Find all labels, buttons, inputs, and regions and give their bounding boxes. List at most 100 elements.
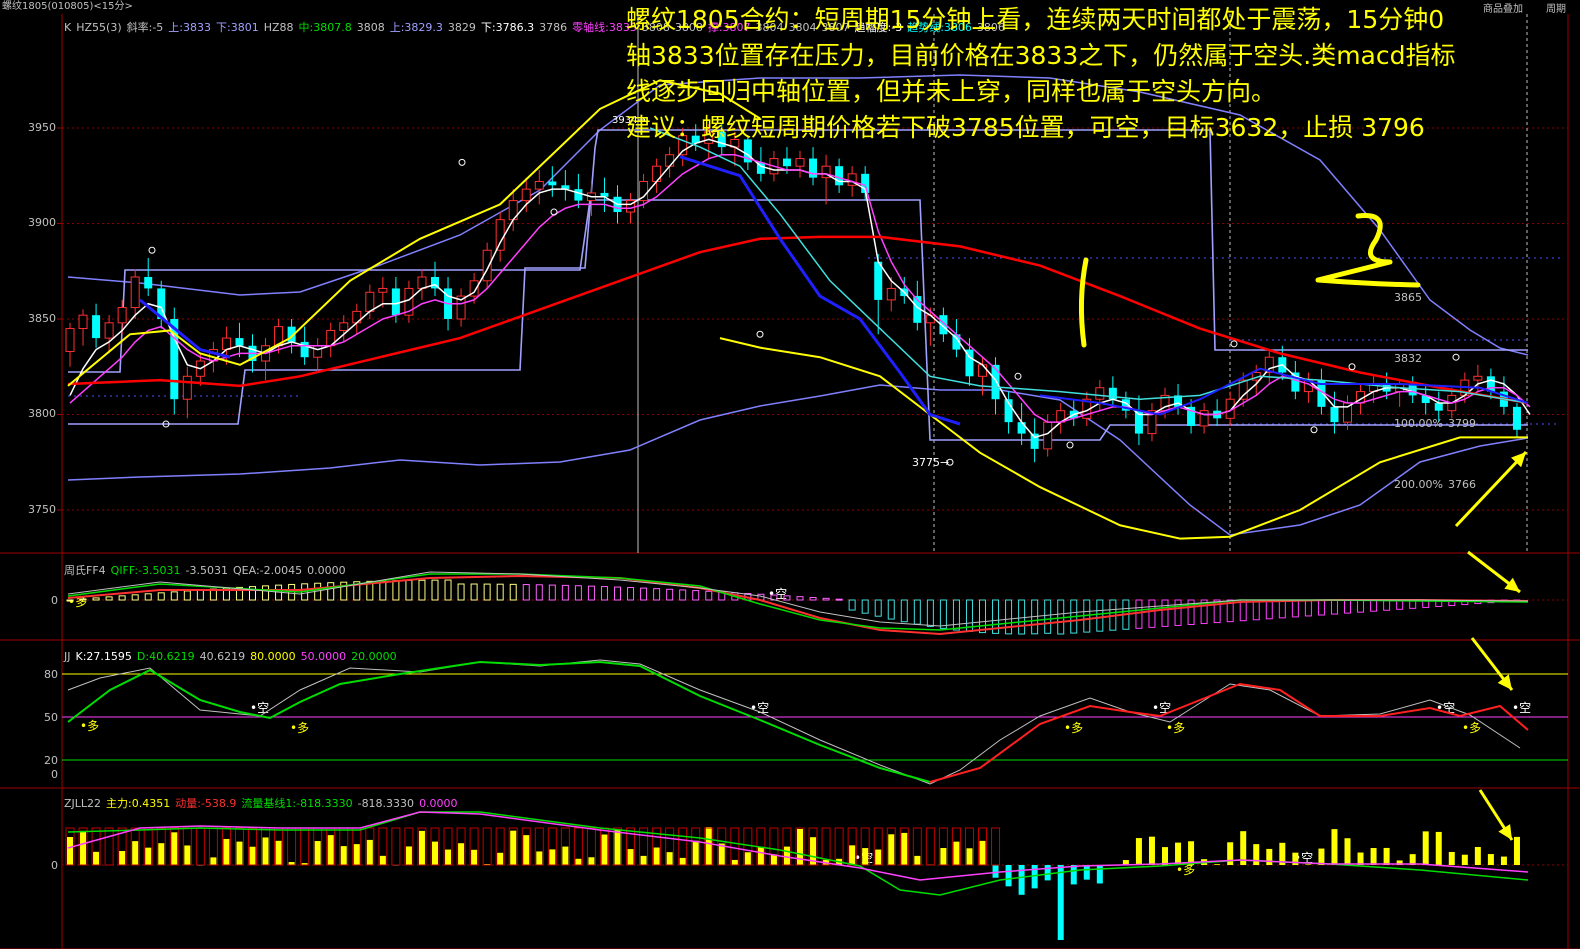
ff4-bar — [614, 586, 621, 601]
candle-body — [221, 337, 231, 351]
lower2-value: 下:3786.3 — [480, 21, 535, 34]
zjll-bar — [731, 859, 738, 865]
ff4-bar — [66, 599, 74, 602]
zjll-bar — [1266, 848, 1273, 865]
jj-y-tick-20: 20 — [44, 754, 58, 767]
mid2-value: 3808 — [356, 21, 385, 34]
zjll-red-box — [925, 827, 935, 866]
zjll-bar — [1005, 865, 1012, 887]
jj-l80: 80.0000 — [250, 650, 296, 663]
zjll-bar — [1096, 865, 1103, 884]
hand-drawn-annotations — [1078, 213, 1528, 841]
zjll-bar — [158, 843, 165, 865]
zjll-bar — [849, 845, 856, 865]
zjll-bar — [67, 837, 73, 865]
ff4-bar — [470, 583, 478, 601]
hz55-label: HZ55(3) — [76, 21, 122, 34]
zjll-bar — [979, 840, 986, 865]
zjll-bar — [992, 865, 999, 878]
zjll-bar — [536, 851, 543, 865]
zjll-bar — [744, 852, 751, 865]
ff4-bar — [131, 594, 139, 601]
candle-body — [991, 364, 1000, 400]
ff4-bar — [548, 584, 556, 601]
candle-body — [1434, 403, 1443, 411]
drawn-arrow-zjll-head — [1498, 824, 1512, 840]
moving-average-lines — [67, 79, 1531, 540]
ff4-bar — [587, 585, 595, 601]
candle-body — [1512, 406, 1521, 430]
zjll-red-box — [482, 827, 492, 866]
zjll-bar — [1057, 865, 1064, 940]
zjll-bar — [575, 858, 582, 865]
ff4-bar — [627, 587, 635, 601]
zjll-bar — [901, 832, 908, 865]
signal-circle — [1230, 340, 1238, 348]
zjll-bar — [966, 848, 973, 865]
chart-window[interactable]: 螺纹1805(010805)<15分> 商品叠加 周期 •多 •空 •多 •空 •多 •空… — [0, 0, 1580, 949]
ff4-bar — [835, 598, 843, 601]
zjll-bar — [1083, 865, 1090, 880]
ff4-bar — [1344, 599, 1351, 614]
ff4-green-line — [67, 573, 1529, 631]
candle-body — [886, 287, 896, 301]
zjll-bar — [1370, 848, 1377, 865]
ff4-bar — [653, 588, 661, 601]
zjll-bar — [914, 855, 921, 865]
ff4-bar — [796, 596, 804, 601]
zjll-v2: 0.0000 — [419, 797, 458, 810]
ff4-panel — [66, 571, 1529, 636]
zjll-bar — [875, 849, 882, 865]
zjll-bar — [1318, 848, 1325, 865]
v3786-value: 3786 — [539, 21, 568, 34]
ff4-qiff: QIFF:-3.5031 — [110, 564, 181, 577]
candle-body — [835, 166, 844, 186]
jj-red-line — [929, 682, 1529, 783]
zjll-bar — [653, 847, 660, 865]
ff4-bar — [1278, 599, 1286, 619]
k-label: K — [64, 21, 72, 34]
zjll-bar — [705, 827, 712, 865]
ff4-bar — [444, 579, 452, 601]
candle-body — [795, 158, 805, 167]
drawn-arrow-ff4-head — [1504, 577, 1520, 592]
candle-body — [144, 276, 153, 289]
fib-100-label: 100.00% 3799 — [1394, 417, 1481, 431]
zjll-bar — [1487, 854, 1494, 865]
zjll-bar — [1448, 851, 1455, 865]
zjll-bar — [132, 841, 139, 865]
zjll-bar — [562, 846, 569, 865]
ff4-bar — [170, 591, 178, 601]
candle-body — [548, 181, 557, 186]
zjll-bar — [353, 844, 360, 865]
candle-body — [339, 322, 349, 331]
signal-circle — [148, 246, 156, 254]
ff4-bar — [561, 584, 569, 601]
zjll-bar — [262, 837, 269, 865]
zjll-bar — [862, 848, 869, 865]
ff4-bar — [952, 599, 960, 631]
zjll-bar — [184, 845, 191, 865]
ff4-bar — [1174, 599, 1182, 626]
ff4-bar — [522, 584, 530, 601]
candle-body — [1095, 387, 1105, 400]
zjll-bar — [757, 846, 764, 865]
zjll-bar — [549, 849, 556, 865]
ff4-bar — [1330, 599, 1338, 615]
candle-body — [417, 276, 427, 289]
zjll-panel — [65, 811, 1529, 940]
zjll-bar — [588, 857, 595, 865]
zjll-bar — [1357, 852, 1364, 865]
jj-short-signal: •空 — [250, 701, 269, 715]
fib-200-percent: 200.00% — [1394, 478, 1443, 491]
ff4-bar — [926, 599, 934, 627]
y-tick-3800: 3800 — [28, 407, 56, 420]
zjll-bar — [471, 849, 478, 865]
zjll-bar — [953, 841, 960, 865]
ff4-bar — [1005, 599, 1013, 635]
candle-body — [365, 291, 375, 312]
ff4-bar — [705, 590, 713, 601]
signal-circle — [1014, 372, 1022, 380]
ff4-bar — [1304, 599, 1312, 617]
zjll-bar — [888, 834, 895, 865]
